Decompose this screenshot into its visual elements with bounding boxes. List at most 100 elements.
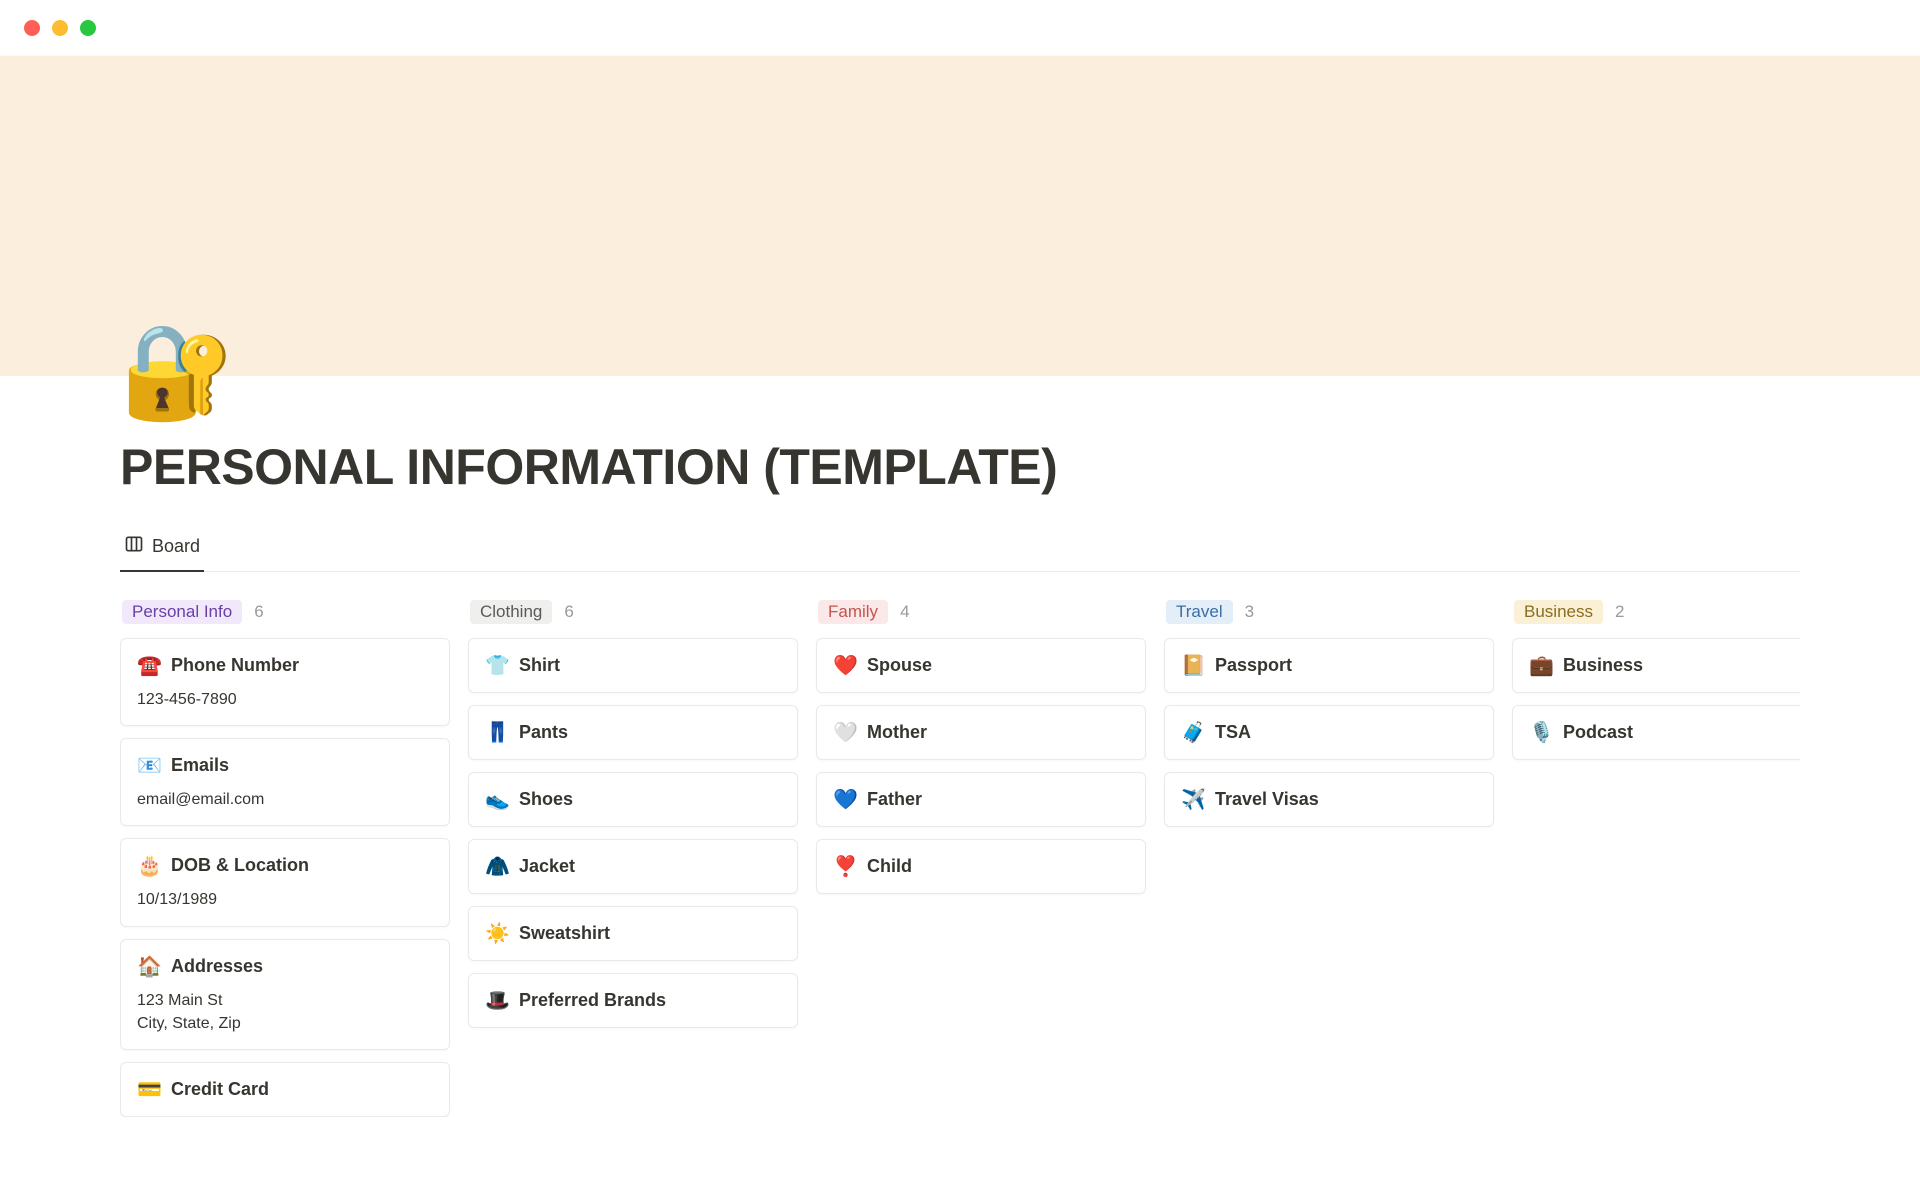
card-title-row: 🎂 DOB & Location [137, 853, 433, 878]
column-count: 2 [1615, 602, 1624, 622]
card-title-row: 👖Pants [485, 720, 781, 745]
card-title-row: 🧳TSA [1181, 720, 1477, 745]
board-card[interactable]: 🎙️Podcast [1512, 705, 1800, 760]
card-icon: 🏠 [137, 954, 159, 979]
card-icon: ☎️ [137, 653, 159, 678]
card-body: 10/13/1989 [137, 888, 433, 911]
card-icon: 📧 [137, 753, 159, 778]
board-card[interactable]: 📧 Emails email@email.com [120, 738, 450, 826]
card-title-row: 🤍 Mother [833, 720, 1129, 745]
card-title: Sweatshirt [519, 923, 610, 944]
column-count: 3 [1245, 602, 1254, 622]
column-count: 4 [900, 602, 909, 622]
card-title-row: ❣️Child [833, 854, 1129, 879]
card-icon: 💙 [833, 787, 855, 812]
card-body: email@email.com [137, 788, 433, 811]
card-body: 123 Main St City, State, Zip [137, 989, 433, 1035]
card-title: Business [1563, 655, 1643, 676]
board-card[interactable]: 💳 Credit Card [120, 1062, 450, 1117]
card-icon: 👕 [485, 653, 507, 678]
card-title-row: 👟 Shoes [485, 787, 781, 812]
board-card[interactable]: 👖Pants [468, 705, 798, 760]
card-icon: 👟 [485, 787, 507, 812]
board-card[interactable]: 🎩Preferred Brands [468, 973, 798, 1028]
board-card[interactable]: 📔 Passport [1164, 638, 1494, 693]
card-title: Emails [171, 755, 229, 776]
board-card[interactable]: ✈️Travel Visas [1164, 772, 1494, 827]
card-title-row: 💙Father [833, 787, 1129, 812]
board-column: Clothing 6 👕 Shirt 👖Pants 👟 Shoes 🧥 Jacket ☀️ Swea… [468, 600, 798, 1117]
board-card[interactable]: ❣️Child [816, 839, 1146, 894]
card-title: Addresses [171, 956, 263, 977]
card-title: Travel Visas [1215, 789, 1319, 810]
cards-list: 📔 Passport 🧳TSA ✈️Travel Visas [1164, 638, 1494, 827]
card-title: Phone Number [171, 655, 299, 676]
board-card[interactable]: 💙Father [816, 772, 1146, 827]
board-card[interactable]: 🤍 Mother [816, 705, 1146, 760]
card-icon: ❣️ [833, 854, 855, 879]
cards-list: 💼Business 🎙️Podcast [1512, 638, 1800, 760]
card-title-row: 🏠 Addresses [137, 954, 433, 979]
cards-list: 👕 Shirt 👖Pants 👟 Shoes 🧥 Jacket ☀️ Sweatshirt 🎩Pr… [468, 638, 798, 1028]
card-icon: ❤️ [833, 653, 855, 678]
board-card[interactable]: ❤️ Spouse [816, 638, 1146, 693]
card-title-row: ☀️ Sweatshirt [485, 921, 781, 946]
card-title: Shoes [519, 789, 573, 810]
card-title: Mother [867, 722, 927, 743]
column-header[interactable]: Travel3 [1164, 600, 1494, 624]
board-card[interactable]: 👕 Shirt [468, 638, 798, 693]
card-title: Passport [1215, 655, 1292, 676]
board-column: Personal Info 6 ☎️ Phone Number 123-456-7890… [120, 600, 450, 1117]
card-title: Credit Card [171, 1079, 269, 1100]
card-icon: 🎂 [137, 853, 159, 878]
card-title: Preferred Brands [519, 990, 666, 1011]
column-header[interactable]: Family4 [816, 600, 1146, 624]
card-title-row: 📧 Emails [137, 753, 433, 778]
card-icon: 🎙️ [1529, 720, 1551, 745]
column-count: 6 [564, 602, 573, 622]
card-icon: 👖 [485, 720, 507, 745]
card-title: DOB & Location [171, 855, 309, 876]
column-header[interactable]: Business 2 [1512, 600, 1800, 624]
board-card[interactable]: ☀️ Sweatshirt [468, 906, 798, 961]
page-cover: 🔐 [0, 56, 1920, 376]
board-card[interactable]: 🏠 Addresses 123 Main St City, State, Zip [120, 939, 450, 1050]
column-header[interactable]: Personal Info 6 [120, 600, 450, 624]
board-card[interactable]: 💼Business [1512, 638, 1800, 693]
view-tabs: Board [120, 524, 1800, 572]
column-tag: Personal Info [122, 600, 242, 624]
card-title: Jacket [519, 856, 575, 877]
column-tag: Business [1514, 600, 1603, 624]
card-icon: 💳 [137, 1077, 159, 1102]
board-card[interactable]: 🎂 DOB & Location 10/13/1989 [120, 838, 450, 926]
card-title: Shirt [519, 655, 560, 676]
card-icon: 📔 [1181, 653, 1203, 678]
tab-board[interactable]: Board [120, 524, 204, 571]
window-minimize-button[interactable] [52, 20, 68, 36]
window-close-button[interactable] [24, 20, 40, 36]
card-icon: 🤍 [833, 720, 855, 745]
tab-board-label: Board [152, 536, 200, 557]
cards-list: ❤️ Spouse 🤍 Mother 💙Father ❣️Child [816, 638, 1146, 894]
card-icon: 🧥 [485, 854, 507, 879]
card-title-row: 💼Business [1529, 653, 1800, 678]
card-title-row: 🎙️Podcast [1529, 720, 1800, 745]
window-zoom-button[interactable] [80, 20, 96, 36]
card-title-row: 👕 Shirt [485, 653, 781, 678]
board-card[interactable]: ☎️ Phone Number 123-456-7890 [120, 638, 450, 726]
board-card[interactable]: 🧥 Jacket [468, 839, 798, 894]
board-column: Travel3 📔 Passport 🧳TSA ✈️Travel Visas [1164, 600, 1494, 1117]
column-tag: Clothing [470, 600, 552, 624]
card-icon: ☀️ [485, 921, 507, 946]
board-card[interactable]: 👟 Shoes [468, 772, 798, 827]
card-body: 123-456-7890 [137, 688, 433, 711]
board-column: Family4 ❤️ Spouse 🤍 Mother 💙Father ❣️Child [816, 600, 1146, 1117]
column-count: 6 [254, 602, 263, 622]
column-header[interactable]: Clothing 6 [468, 600, 798, 624]
card-title-row: ☎️ Phone Number [137, 653, 433, 678]
page-title[interactable]: PERSONAL INFORMATION (TEMPLATE) [120, 438, 1800, 496]
card-title: Spouse [867, 655, 932, 676]
page-icon[interactable]: 🔐 [120, 326, 235, 418]
card-title: TSA [1215, 722, 1251, 743]
board-card[interactable]: 🧳TSA [1164, 705, 1494, 760]
